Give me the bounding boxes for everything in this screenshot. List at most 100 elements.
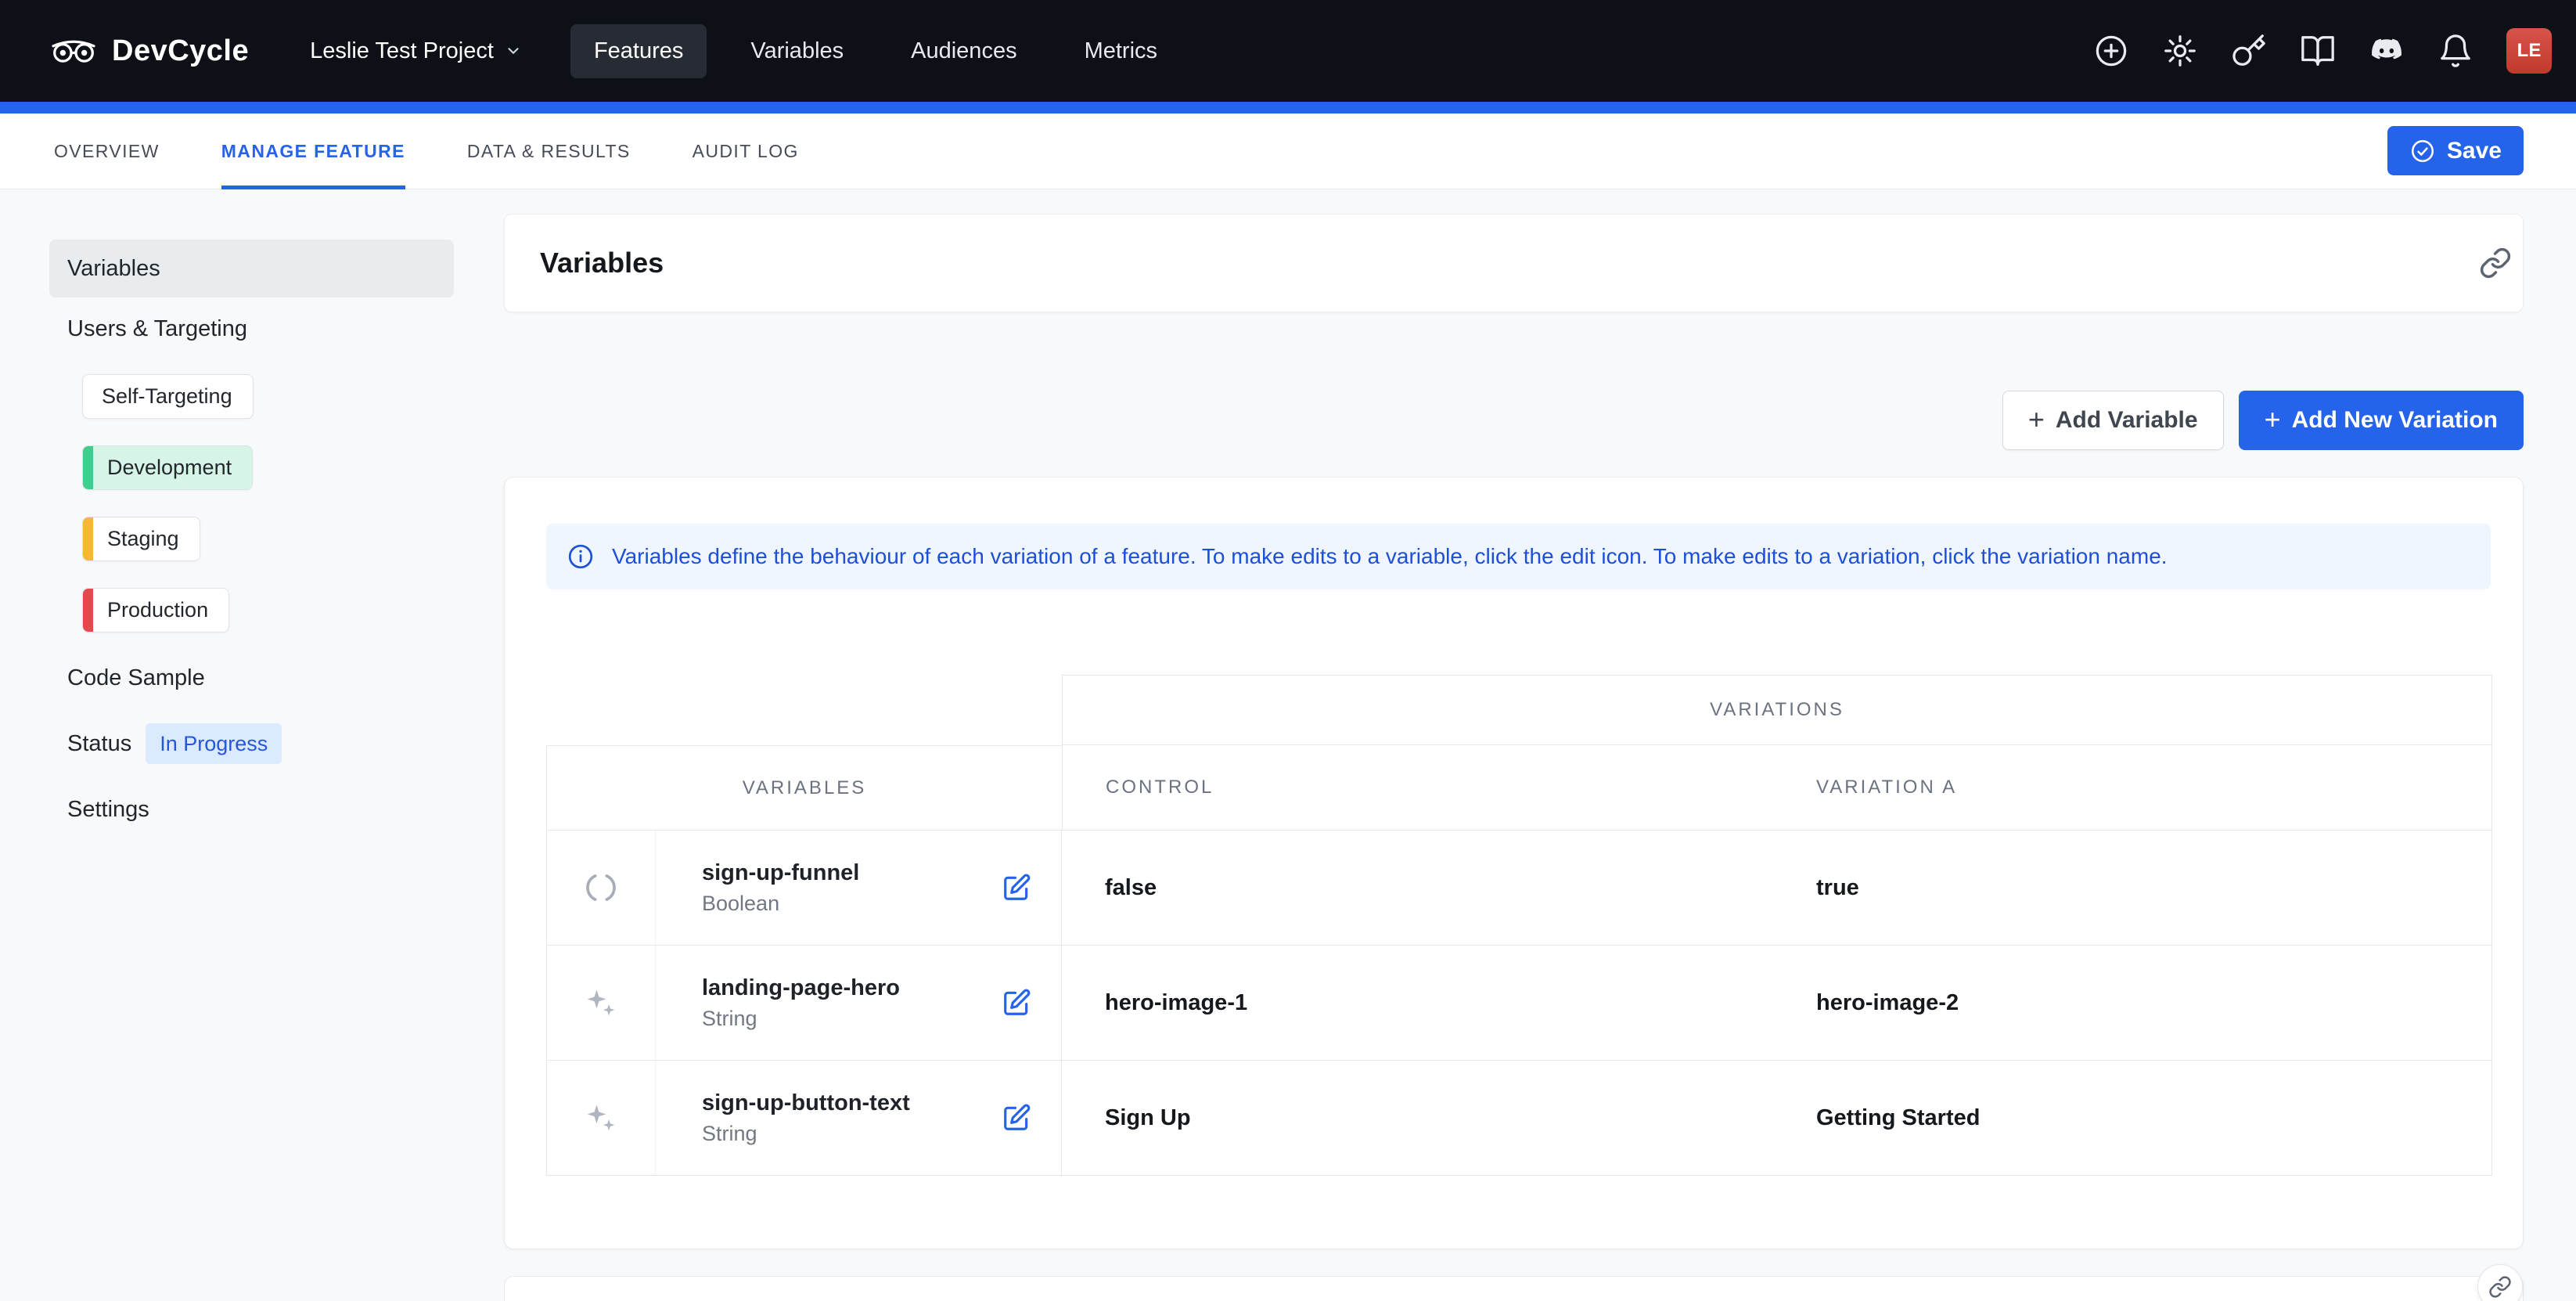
notifications-button[interactable] <box>2437 33 2473 69</box>
table-row-variable: landing-page-hero String <box>656 946 1062 1061</box>
env-chip-label: Self-Targeting <box>102 384 232 409</box>
status-badge: In Progress <box>146 723 282 764</box>
check-circle-icon <box>2409 138 2436 164</box>
string-type-icon <box>584 986 618 1020</box>
control-value[interactable]: false <box>1062 831 1773 946</box>
accent-bar <box>0 102 2576 114</box>
column-header-variation-a: VARIATION A <box>1773 745 2492 831</box>
info-banner: Variables define the behaviour of each v… <box>546 524 2491 589</box>
env-chip-development[interactable]: Development <box>82 445 253 490</box>
variation-a-value[interactable]: hero-image-2 <box>1773 946 2492 1061</box>
env-chip-self-targeting[interactable]: Self-Targeting <box>82 374 254 419</box>
add-new-variation-button[interactable]: + Add New Variation <box>2239 391 2524 450</box>
nav-item-features[interactable]: Features <box>570 24 707 78</box>
devcycle-logo[interactable]: DevCycle <box>49 34 249 68</box>
info-banner-text: Variables define the behaviour of each v… <box>612 544 2168 569</box>
sidebar-item-code-sample-label: Code Sample <box>67 665 205 691</box>
sidebar-item-variables[interactable]: Variables <box>49 240 454 297</box>
tab-data-results[interactable]: DATA & RESULTS <box>467 114 631 189</box>
brand-name: DevCycle <box>112 34 249 68</box>
add-variable-button[interactable]: + Add Variable <box>2002 391 2224 450</box>
variable-type: Boolean <box>702 892 859 916</box>
variables-table: VARIATIONS VARIABLES CONTROL VARIATION A… <box>546 675 2491 1176</box>
tab-audit-log[interactable]: AUDIT LOG <box>693 114 799 189</box>
variation-a-value[interactable]: Getting Started <box>1773 1061 2492 1176</box>
project-selector-label: Leslie Test Project <box>310 38 494 64</box>
env-chip-label: Staging <box>107 527 179 551</box>
add-circle-button[interactable] <box>2093 33 2129 69</box>
edit-variable-button[interactable] <box>1002 988 1031 1018</box>
table-spacer <box>546 675 1062 745</box>
nav-item-variables[interactable]: Variables <box>727 24 867 78</box>
gear-icon <box>2162 33 2198 69</box>
sidebar-item-variables-label: Variables <box>67 256 160 282</box>
control-value[interactable]: Sign Up <box>1062 1061 1773 1176</box>
add-variable-label: Add Variable <box>2056 407 2198 434</box>
edit-pencil-icon <box>1002 873 1031 903</box>
variations-group-header: VARIATIONS <box>1062 675 2492 745</box>
top-navbar: DevCycle Leslie Test Project Features Va… <box>0 0 2576 102</box>
status-label: Status <box>67 731 131 757</box>
variable-type: String <box>702 1122 910 1146</box>
table-row-variable: sign-up-button-text String <box>656 1061 1062 1176</box>
sidebar-item-status[interactable]: Status In Progress <box>49 723 487 764</box>
nav-item-audiences[interactable]: Audiences <box>887 24 1040 78</box>
variable-name: sign-up-button-text <box>702 1090 910 1116</box>
table-actions: + Add Variable + Add New Variation <box>504 391 2524 450</box>
primary-nav: Features Variables Audiences Metrics <box>570 24 1181 78</box>
env-chip-staging[interactable]: Staging <box>82 517 200 561</box>
column-header-variables: VARIABLES <box>546 745 1062 831</box>
tab-overview[interactable]: OVERVIEW <box>54 114 160 189</box>
discord-icon <box>2369 33 2405 69</box>
edit-pencil-icon <box>1002 988 1031 1018</box>
link-icon <box>2479 247 2512 279</box>
variable-type-cell <box>546 1061 656 1176</box>
env-color-bar <box>83 517 93 560</box>
link-icon <box>2488 1275 2512 1299</box>
feature-sidebar: Variables Users & Targeting Self-Targeti… <box>0 189 487 1301</box>
column-header-control: CONTROL <box>1062 745 1773 831</box>
save-button-label: Save <box>2447 138 2502 164</box>
tab-manage-feature[interactable]: MANAGE FEATURE <box>221 114 405 189</box>
variable-name: landing-page-hero <box>702 975 900 1001</box>
variation-a-value[interactable]: true <box>1773 831 2492 946</box>
sidebar-item-settings[interactable]: Settings <box>49 791 487 828</box>
edit-variable-button[interactable] <box>1002 873 1031 903</box>
settings-button[interactable] <box>2162 33 2198 69</box>
api-keys-button[interactable] <box>2231 33 2267 69</box>
add-circle-icon <box>2093 33 2129 69</box>
boolean-type-icon <box>584 870 618 905</box>
project-selector[interactable]: Leslie Test Project <box>305 38 527 65</box>
section-header-card: Variables <box>504 214 2524 312</box>
feature-tabbar: OVERVIEW MANAGE FEATURE DATA & RESULTS A… <box>0 114 2576 189</box>
sidebar-item-users-targeting-label: Users & Targeting <box>67 316 247 342</box>
section-link-button[interactable] <box>2477 1264 2523 1301</box>
save-button[interactable]: Save <box>2387 126 2524 175</box>
nav-item-metrics[interactable]: Metrics <box>1061 24 1181 78</box>
variable-type-cell <box>546 831 656 946</box>
env-chip-label: Production <box>107 598 208 622</box>
sidebar-item-users-targeting[interactable]: Users & Targeting <box>49 310 487 348</box>
plus-icon: + <box>2265 405 2281 434</box>
edit-pencil-icon <box>1002 1103 1031 1133</box>
env-color-bar <box>83 446 93 489</box>
add-new-variation-label: Add New Variation <box>2292 407 2498 434</box>
edit-variable-button[interactable] <box>1002 1103 1031 1133</box>
chevron-down-icon <box>505 42 522 59</box>
sidebar-item-code-sample[interactable]: Code Sample <box>49 659 487 697</box>
book-icon <box>2300 33 2336 69</box>
user-avatar[interactable]: LE <box>2506 28 2552 74</box>
control-value[interactable]: hero-image-1 <box>1062 946 1773 1061</box>
bell-icon <box>2437 33 2473 69</box>
variable-type: String <box>702 1007 900 1031</box>
variable-type-cell <box>546 946 656 1061</box>
navbar-right-icons: LE <box>2093 28 2552 74</box>
docs-button[interactable] <box>2300 33 2336 69</box>
section-link-button[interactable] <box>2479 247 2512 279</box>
table-row-variable: sign-up-funnel Boolean <box>656 831 1062 946</box>
content-area: Variables Users & Targeting Self-Targeti… <box>0 189 2576 1301</box>
env-chip-label: Development <box>107 456 232 480</box>
discord-button[interactable] <box>2369 33 2405 69</box>
env-chip-production[interactable]: Production <box>82 588 229 632</box>
env-color-bar <box>83 589 93 632</box>
